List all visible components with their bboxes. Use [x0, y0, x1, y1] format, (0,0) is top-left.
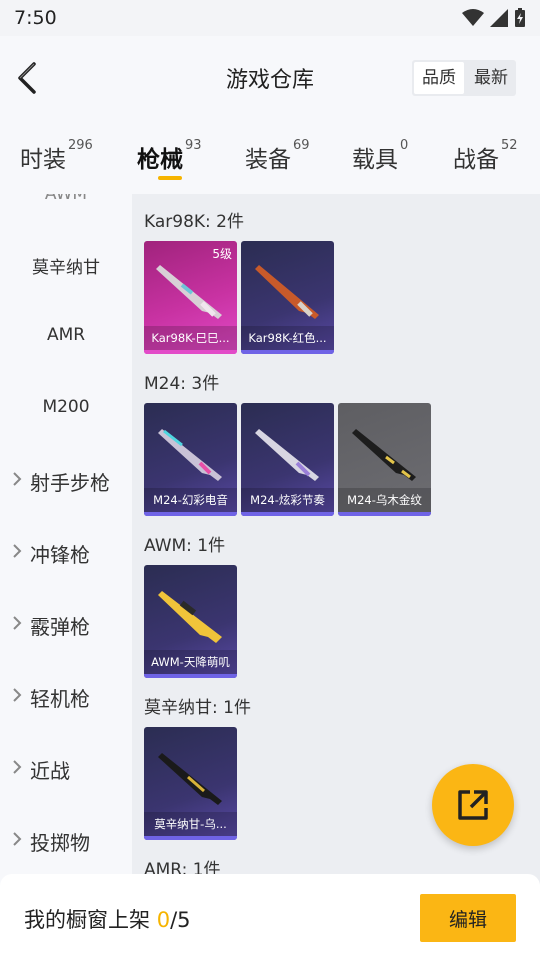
sidebar-item-amr[interactable]: AMR: [0, 325, 132, 345]
sidebar-category-label: 投掷物: [30, 831, 90, 855]
sidebar-category-melee[interactable]: 近战: [0, 755, 132, 784]
sidebar-category-marksman[interactable]: 射手步枪: [0, 467, 132, 496]
sidebar-category-label: 射手步枪: [30, 471, 110, 495]
weapon-card[interactable]: M24-幻彩电音: [144, 403, 237, 516]
group-title-kar98k: Kar98K: 2件: [144, 212, 244, 232]
weapon-card[interactable]: 5级 Kar98K-巳巳...: [144, 241, 237, 354]
sidebar-category-label: 霰弹枪: [30, 615, 90, 639]
sidebar-category-shotgun[interactable]: 霰弹枪: [0, 611, 132, 640]
sidebar-category-throwable[interactable]: 投掷物: [0, 827, 132, 856]
group-title-mosin: 莫辛纳甘: 1件: [144, 698, 251, 718]
chevron-right-icon: [13, 760, 22, 774]
showcase-status: 我的橱窗上架 0/5: [24, 904, 191, 934]
tab-guns[interactable]: 枪械93: [137, 138, 202, 174]
rifle-image: [156, 265, 222, 319]
group-title-awm: AWM: 1件: [144, 536, 226, 556]
weapon-name: Kar98K-红色...: [241, 326, 334, 350]
rarity-bar: [144, 674, 237, 678]
sidebar-item-mosin[interactable]: 莫辛纳甘: [0, 253, 132, 278]
signal-icon: [490, 9, 508, 27]
rifle-image: [255, 265, 319, 319]
sort-toggle: 品质 最新: [412, 60, 516, 96]
tab-count: 69: [293, 138, 310, 153]
tab-label: 枪械: [137, 147, 183, 173]
sidebar-item-m200[interactable]: M200: [0, 397, 132, 417]
chevron-right-icon: [13, 544, 22, 558]
tab-count: 0: [400, 138, 409, 153]
chevron-right-icon: [13, 832, 22, 846]
chevron-right-icon: [13, 472, 22, 486]
page-header: 游戏仓库 品质 最新: [0, 36, 540, 120]
weapon-name: Kar98K-巳巳...: [144, 326, 237, 350]
group-title-m24: M24: 3件: [144, 374, 220, 394]
rarity-bar: [241, 350, 334, 354]
tab-count: 93: [185, 138, 202, 153]
weapon-card[interactable]: M24-炫彩节奏: [241, 403, 334, 516]
tab-equipment[interactable]: 装备69: [245, 138, 310, 174]
weapon-name: M24-幻彩电音: [144, 488, 237, 512]
tab-count: 296: [68, 138, 93, 153]
tab-count: 52: [501, 138, 518, 153]
active-tab-indicator: [158, 176, 182, 180]
sidebar-category-lmg[interactable]: 轻机枪: [0, 683, 132, 712]
share-external-icon: [458, 790, 488, 820]
weapon-card[interactable]: AWM-天降萌叽: [144, 565, 237, 678]
rarity-bar: [241, 512, 334, 516]
sidebar-category-label: 冲锋枪: [30, 543, 90, 567]
weapon-name: 莫辛纳甘-乌...: [144, 812, 237, 836]
showcase-total: /5: [170, 908, 191, 932]
rarity-bar: [144, 512, 237, 516]
battery-icon: [515, 8, 525, 27]
tab-vehicles[interactable]: 载具0: [352, 138, 409, 174]
weapon-name: M24-乌木金纹: [338, 488, 431, 512]
showcase-label: 我的橱窗上架: [24, 908, 150, 932]
tab-outfits[interactable]: 时装296: [20, 138, 93, 174]
tab-supplies[interactable]: 战备52: [453, 138, 518, 174]
chevron-right-icon: [13, 616, 22, 630]
edit-button[interactable]: 编辑: [420, 894, 516, 942]
rarity-bar: [338, 512, 431, 516]
tab-label: 载具: [352, 147, 398, 173]
weapon-card[interactable]: M24-乌木金纹: [338, 403, 431, 516]
weapon-name: AWM-天降萌叽: [144, 650, 237, 674]
showcase-count: 0: [156, 908, 171, 932]
share-button[interactable]: [432, 764, 514, 846]
rarity-bar: [144, 350, 237, 354]
tab-label: 装备: [245, 147, 291, 173]
sort-by-quality-button[interactable]: 品质: [414, 62, 464, 94]
weapon-sidebar: AWM 莫辛纳甘 AMR M200 射手步枪 冲锋枪 霰弹枪 轻机枪 近战 投掷…: [0, 194, 132, 884]
sidebar-category-label: 轻机枪: [30, 687, 90, 711]
rifle-image: [158, 429, 222, 481]
weapon-card[interactable]: 莫辛纳甘-乌...: [144, 727, 237, 840]
weapon-card[interactable]: Kar98K-红色...: [241, 241, 334, 354]
bottom-bar: 我的橱窗上架 0/5 编辑: [0, 874, 540, 960]
rifle-image: [255, 429, 319, 481]
wifi-icon: [462, 9, 484, 26]
status-time: 7:50: [14, 7, 57, 29]
sidebar-category-label: 近战: [30, 759, 70, 783]
tab-label: 战备: [453, 147, 499, 173]
status-icons: [462, 8, 526, 28]
sidebar-category-smg[interactable]: 冲锋枪: [0, 539, 132, 568]
rifle-image: [158, 753, 222, 805]
rifle-image: [352, 429, 416, 481]
tab-label: 时装: [20, 147, 66, 173]
sidebar-item-awm[interactable]: AWM: [0, 194, 132, 204]
rarity-bar: [144, 836, 237, 840]
chevron-right-icon: [13, 688, 22, 702]
category-tabs: 时装296 枪械93 装备69 载具0 战备52: [0, 120, 540, 194]
rifle-image: [158, 591, 222, 643]
sort-by-newest-button[interactable]: 最新: [466, 60, 516, 96]
weapon-name: M24-炫彩节奏: [241, 488, 334, 512]
status-bar: 7:50: [0, 0, 540, 36]
